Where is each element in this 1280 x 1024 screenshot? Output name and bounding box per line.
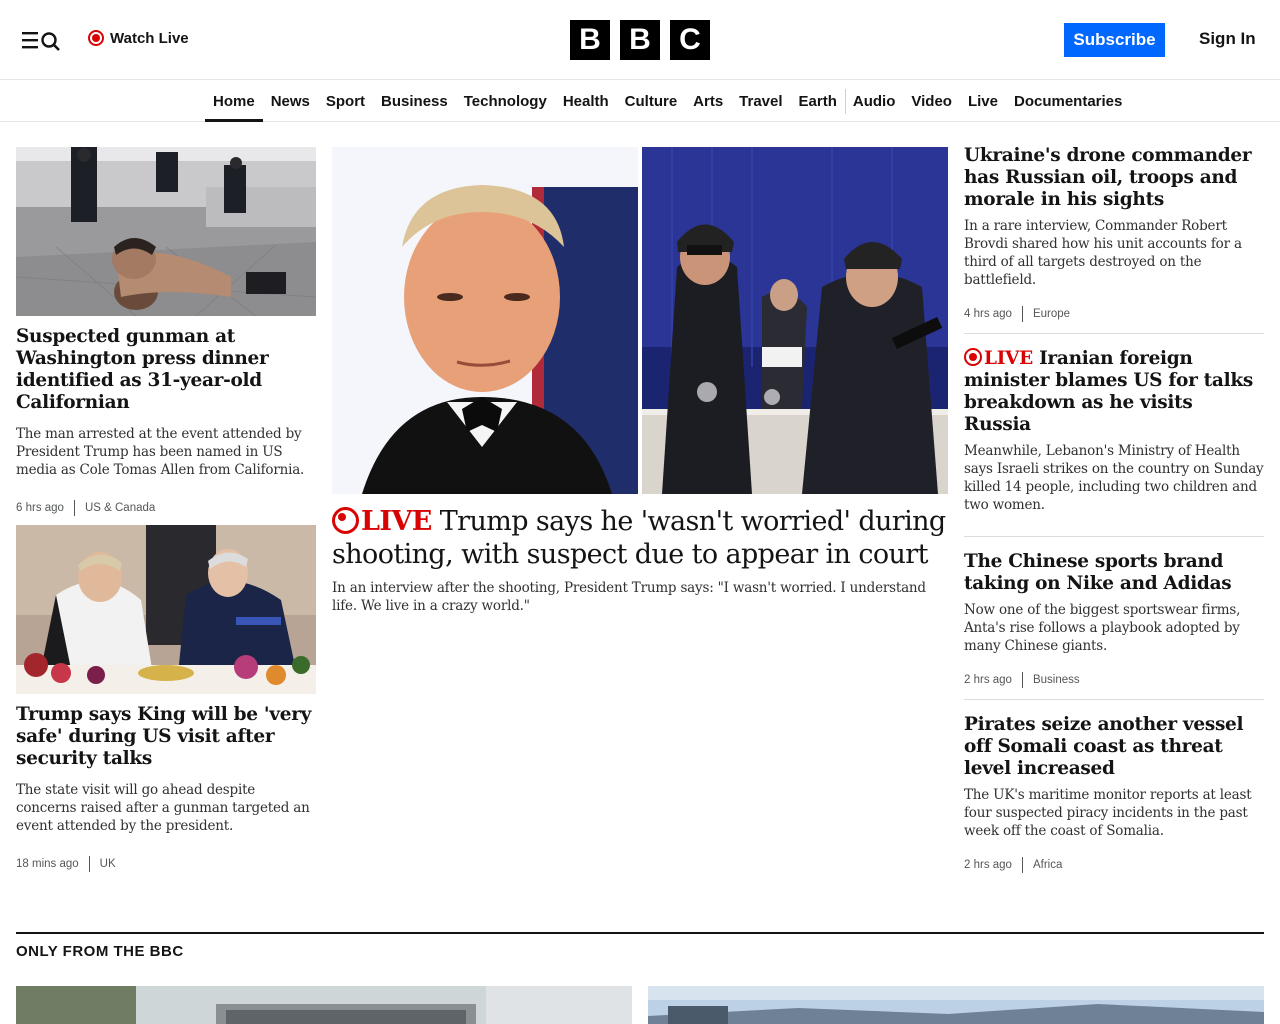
nav-item-home[interactable]: Home xyxy=(205,81,263,122)
sign-in-link[interactable]: Sign In xyxy=(1199,29,1256,49)
story-headline[interactable]: Pirates seize another vessel off Somali … xyxy=(964,714,1264,780)
story-headline[interactable]: Ukraine's drone commander has Russian oi… xyxy=(964,145,1264,211)
divider xyxy=(964,699,1264,700)
live-badge: LIVE xyxy=(964,348,1033,369)
nav-item-technology[interactable]: Technology xyxy=(456,81,555,122)
story-headline[interactable]: LIVE Iranian foreign minister blames US … xyxy=(964,348,1264,436)
live-label: LIVE xyxy=(361,506,432,537)
lead-story-image[interactable] xyxy=(332,147,948,494)
logo-block: B xyxy=(620,20,660,60)
nav-item-culture[interactable]: Culture xyxy=(617,81,686,122)
nav-item-live[interactable]: Live xyxy=(960,81,1006,122)
story-section[interactable]: US & Canada xyxy=(85,502,155,514)
nav-item-sport[interactable]: Sport xyxy=(318,81,373,122)
logo-block: C xyxy=(670,20,710,60)
nav-item-documentaries[interactable]: Documentaries xyxy=(1006,81,1130,122)
story-time: 2 hrs ago xyxy=(964,859,1012,871)
story-headline[interactable]: Suspected gunman at Washington press din… xyxy=(16,326,316,414)
story-card-ukraine: Ukraine's drone commander has Russian oi… xyxy=(964,145,1264,322)
story-summary: In a rare interview, Commander Robert Br… xyxy=(964,218,1242,288)
story-meta: 18 mins ago UK xyxy=(16,856,316,872)
story-image-gunman[interactable] xyxy=(16,147,316,316)
story-time: 6 hrs ago xyxy=(16,502,64,514)
story-section[interactable]: Business xyxy=(1033,674,1080,686)
section-rule xyxy=(16,932,1264,934)
menu-search-icon[interactable] xyxy=(20,28,62,52)
nav-item-business[interactable]: Business xyxy=(373,81,456,122)
story-headline[interactable]: Trump says King will be 'very safe' duri… xyxy=(16,704,316,770)
watch-live-label: Watch Live xyxy=(110,29,189,47)
story-summary: Meanwhile, Lebanon's Ministry of Health … xyxy=(964,443,1264,513)
section-title: ONLY FROM THE BBC xyxy=(16,943,184,960)
subscribe-button[interactable]: Subscribe xyxy=(1064,23,1165,57)
story-headline[interactable]: The Chinese sports brand taking on Nike … xyxy=(964,551,1264,595)
bbc-logo[interactable]: B B C xyxy=(570,20,710,60)
story-meta: 4 hrs ago Europe xyxy=(964,306,1264,322)
nav-item-earth[interactable]: Earth xyxy=(791,81,845,122)
story-time: 4 hrs ago xyxy=(964,308,1012,320)
nav-item-video[interactable]: Video xyxy=(903,81,960,122)
story-summary: Now one of the biggest sportswear firms,… xyxy=(964,602,1241,654)
live-icon xyxy=(964,348,982,366)
divider xyxy=(964,333,1264,334)
live-icon xyxy=(332,507,359,534)
story-summary: The UK's maritime monitor reports at lea… xyxy=(964,787,1252,839)
story-card-king: Trump says King will be 'very safe' duri… xyxy=(16,704,316,872)
site-header: Watch Live B B C Subscribe Sign In xyxy=(0,0,1280,80)
watch-live-link[interactable]: Watch Live xyxy=(88,28,189,48)
story-summary: The man arrested at the event attended b… xyxy=(16,426,305,478)
nav-item-health[interactable]: Health xyxy=(555,81,617,122)
story-time: 18 mins ago xyxy=(16,858,79,870)
lead-headline[interactable]: LIVE Trump says he 'wasn't worried' duri… xyxy=(332,505,948,571)
story-section[interactable]: Africa xyxy=(1033,859,1062,871)
story-card-chinese-brand: The Chinese sports brand taking on Nike … xyxy=(964,551,1264,688)
story-section[interactable]: Europe xyxy=(1033,308,1070,320)
feature-image-right[interactable] xyxy=(648,986,1264,1024)
meta-divider xyxy=(1021,857,1023,873)
meta-divider xyxy=(73,500,75,516)
feature-image-left[interactable] xyxy=(16,986,632,1024)
live-badge: LIVE xyxy=(332,506,432,537)
story-card-pirates: Pirates seize another vessel off Somali … xyxy=(964,714,1264,873)
story-meta: 6 hrs ago US & Canada xyxy=(16,500,316,516)
story-section[interactable]: UK xyxy=(100,858,116,870)
story-card-gunman: Suspected gunman at Washington press din… xyxy=(16,326,316,516)
meta-divider xyxy=(88,856,90,872)
nav-item-travel[interactable]: Travel xyxy=(731,81,790,122)
lead-summary: In an interview after the shooting, Pres… xyxy=(332,580,926,614)
main-nav: Home News Sport Business Technology Heal… xyxy=(0,81,1280,122)
meta-divider xyxy=(1021,672,1023,688)
lead-story-card: LIVE Trump says he 'wasn't worried' duri… xyxy=(332,505,948,615)
live-label: LIVE xyxy=(984,348,1033,369)
nav-item-audio[interactable]: Audio xyxy=(844,81,904,122)
story-meta: 2 hrs ago Business xyxy=(964,672,1264,688)
story-summary: The state visit will go ahead despite co… xyxy=(16,782,310,834)
meta-divider xyxy=(1021,306,1023,322)
story-meta: 2 hrs ago Africa xyxy=(964,857,1264,873)
nav-item-news[interactable]: News xyxy=(263,81,318,122)
logo-block: B xyxy=(570,20,610,60)
story-card-iran: LIVE Iranian foreign minister blames US … xyxy=(964,348,1264,514)
nav-item-arts[interactable]: Arts xyxy=(685,81,731,122)
story-time: 2 hrs ago xyxy=(964,674,1012,686)
divider xyxy=(964,536,1264,537)
live-icon xyxy=(88,30,104,46)
story-image-king[interactable] xyxy=(16,525,316,694)
